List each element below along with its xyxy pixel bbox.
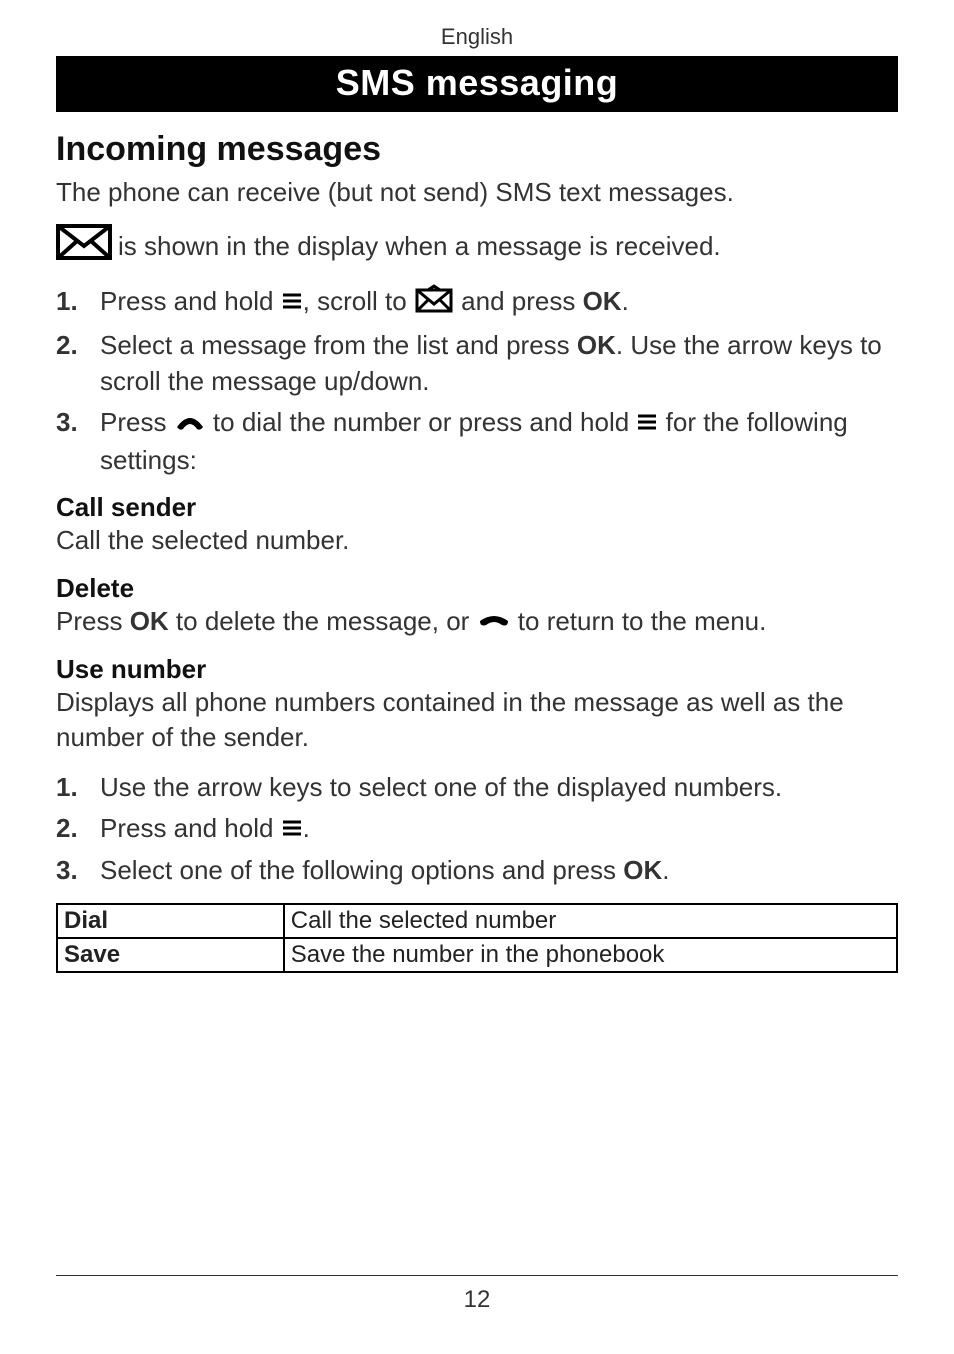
subheading-use-number: Use number bbox=[56, 654, 898, 685]
delete-text-b: to delete the message, or bbox=[169, 606, 477, 636]
steps-list-1: Press and hold , scroll to and press OK. bbox=[56, 283, 898, 478]
step2-1: Use the arrow keys to select one of the … bbox=[56, 769, 898, 805]
section-heading-incoming-messages: Incoming messages bbox=[56, 130, 898, 169]
step-2: Select a message from the list and press… bbox=[56, 327, 898, 400]
chapter-title-bar: SMS messaging bbox=[56, 56, 898, 112]
cell-dial-desc: Call the selected number bbox=[284, 904, 897, 938]
use-number-body: Displays all phone numbers contained in … bbox=[56, 685, 898, 755]
envelope-arrow-icon bbox=[414, 284, 454, 323]
page-number: 12 bbox=[464, 1286, 491, 1313]
step-1-text-c: and press bbox=[461, 286, 582, 316]
hangup-icon bbox=[477, 605, 511, 640]
envelope-icon bbox=[56, 224, 112, 269]
step-1: Press and hold , scroll to and press OK. bbox=[56, 283, 898, 323]
step2-2-text-b: . bbox=[303, 813, 310, 843]
delete-text-a: Press bbox=[56, 606, 130, 636]
cell-save-label: Save bbox=[57, 938, 284, 972]
step2-3-text-b: . bbox=[662, 855, 669, 885]
menu-icon bbox=[636, 406, 658, 442]
subheading-delete: Delete bbox=[56, 573, 898, 604]
menu-icon bbox=[281, 812, 303, 848]
step2-1-text: Use the arrow keys to select one of the … bbox=[100, 772, 782, 802]
delete-text-c: to return to the menu. bbox=[518, 606, 767, 636]
step2-3: Select one of the following options and … bbox=[56, 852, 898, 888]
step-1-text-a: Press and hold bbox=[100, 286, 281, 316]
step-1-text-b: , scroll to bbox=[303, 286, 414, 316]
step-3: Press to dial the number or press and ho… bbox=[56, 404, 898, 479]
menu-icon bbox=[281, 285, 303, 321]
table-row: Save Save the number in the phonebook bbox=[57, 938, 897, 972]
intro-paragraph: The phone can receive (but not send) SMS… bbox=[56, 175, 898, 210]
step-2-text-a: Select a message from the list and press bbox=[100, 330, 577, 360]
call-sender-body: Call the selected number. bbox=[56, 523, 898, 558]
page-footer: 12 bbox=[56, 1275, 898, 1314]
table-row: Dial Call the selected number bbox=[57, 904, 897, 938]
ok-label: OK bbox=[577, 330, 616, 360]
page: English SMS messaging Incoming messages … bbox=[0, 0, 954, 973]
step-1-text-d: . bbox=[622, 286, 629, 316]
step-3-text-a: Press bbox=[100, 407, 174, 437]
cell-dial-label: Dial bbox=[57, 904, 284, 938]
options-table: Dial Call the selected number Save Save … bbox=[56, 903, 898, 973]
language-label: English bbox=[56, 24, 898, 50]
subheading-call-sender: Call sender bbox=[56, 492, 898, 523]
delete-body: Press OK to delete the message, or to re… bbox=[56, 604, 898, 641]
ok-label: OK bbox=[130, 606, 169, 636]
step-3-text-b: to dial the number or press and hold bbox=[213, 407, 636, 437]
ok-label: OK bbox=[583, 286, 622, 316]
ok-label: OK bbox=[623, 855, 662, 885]
receive-indicator-line: is shown in the display when a message i… bbox=[56, 224, 898, 269]
receive-indicator-text: is shown in the display when a message i… bbox=[118, 229, 721, 264]
step2-2-text-a: Press and hold bbox=[100, 813, 281, 843]
steps-list-2: Use the arrow keys to select one of the … bbox=[56, 769, 898, 888]
step2-3-text-a: Select one of the following options and … bbox=[100, 855, 623, 885]
call-icon bbox=[174, 406, 206, 442]
cell-save-desc: Save the number in the phonebook bbox=[284, 938, 897, 972]
step2-2: Press and hold . bbox=[56, 810, 898, 848]
